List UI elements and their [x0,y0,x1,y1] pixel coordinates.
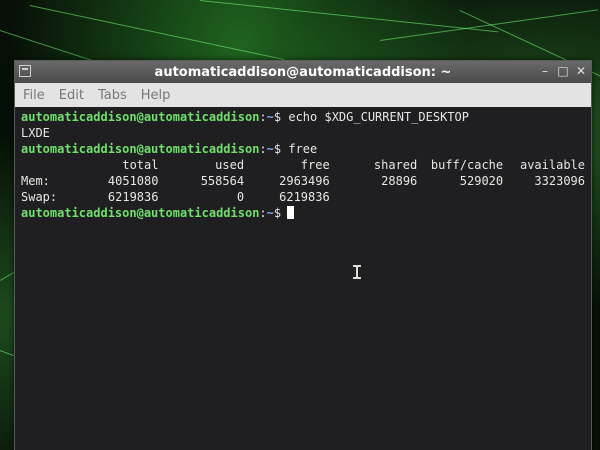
prompt-cwd: ~ [266,110,274,124]
free-row-label: Mem: [21,174,50,188]
free-cell: 6219836 [279,190,330,204]
prompt-separator: : [259,110,267,124]
free-cell [330,189,418,205]
free-row-mem: Mem: 4051080 558564 2963496 28896 529020… [21,173,585,189]
free-cell: 529020 [459,174,504,188]
terminal-output[interactable]: automaticaddison@automaticaddison:~$ ech… [15,107,591,450]
maximize-button[interactable]: □ [557,63,569,79]
prompt-user-host: automaticaddison@automaticaddison [21,206,260,220]
free-header-blank [21,157,71,173]
free-cell [417,189,503,205]
prompt-symbol: $ [273,110,282,124]
free-header-free: free [300,158,330,172]
free-cell: 558564 [200,174,245,188]
prompt-user-host: automaticaddison@automaticaddison [21,110,260,124]
prompt-separator: : [259,142,267,156]
window-titlebar[interactable]: automaticaddison@automaticaddison: ~ – □… [15,61,591,83]
free-cell [503,189,585,205]
window-title: automaticaddison@automaticaddison: ~ [154,64,452,80]
command-line: automaticaddison@automaticaddison:~$ fre… [21,141,585,157]
free-header-row: total used free shared buff/cache availa… [21,157,585,173]
command-line: automaticaddison@automaticaddison:~$ ech… [21,109,585,125]
free-cell: 2963496 [279,174,330,188]
window-menu-icon[interactable] [19,65,31,77]
minimize-button[interactable]: – [539,63,551,79]
command-text: echo $XDG_CURRENT_DESKTOP [288,110,469,124]
menu-tabs[interactable]: Tabs [98,88,127,103]
free-header-used: used [215,158,245,172]
menu-edit[interactable]: Edit [59,88,84,103]
free-output-table: total used free shared buff/cache availa… [21,157,585,205]
prompt-symbol: $ [273,206,282,220]
free-cell: 28896 [381,174,418,188]
free-cell: 0 [236,190,245,204]
command-text: free [288,142,318,156]
free-cell: 4051080 [107,174,159,188]
wallpaper-strand [380,9,598,41]
command-output: LXDE [21,126,50,140]
menu-file[interactable]: File [23,88,45,103]
prompt-symbol: $ [273,142,282,156]
prompt-separator: : [259,206,267,220]
free-cell: 3323096 [534,174,585,188]
desktop-background: automaticaddison@automaticaddison: ~ – □… [0,0,600,450]
free-header-buff-cache: buff/cache [430,158,504,172]
prompt-user-host: automaticaddison@automaticaddison [21,142,260,156]
text-cursor [287,206,295,219]
free-header-shared: shared [373,158,418,172]
terminal-window[interactable]: automaticaddison@automaticaddison: ~ – □… [14,60,592,450]
wallpaper-strand [199,0,499,33]
window-controls: – □ ✕ [539,63,587,79]
free-row-swap: Swap: 6219836 0 6219836 [21,189,585,205]
free-row-label: Swap: [21,190,58,204]
free-cell: 6219836 [107,190,159,204]
free-header-total: total [122,158,159,172]
free-header-available: available [519,158,585,172]
menu-help[interactable]: Help [141,88,171,103]
close-button[interactable]: ✕ [575,63,587,79]
menu-bar: File Edit Tabs Help [15,83,591,107]
active-command-line[interactable]: automaticaddison@automaticaddison:~$ [21,205,585,221]
prompt-cwd: ~ [266,206,274,220]
ibeam-cursor-icon [353,265,361,279]
prompt-cwd: ~ [266,142,274,156]
